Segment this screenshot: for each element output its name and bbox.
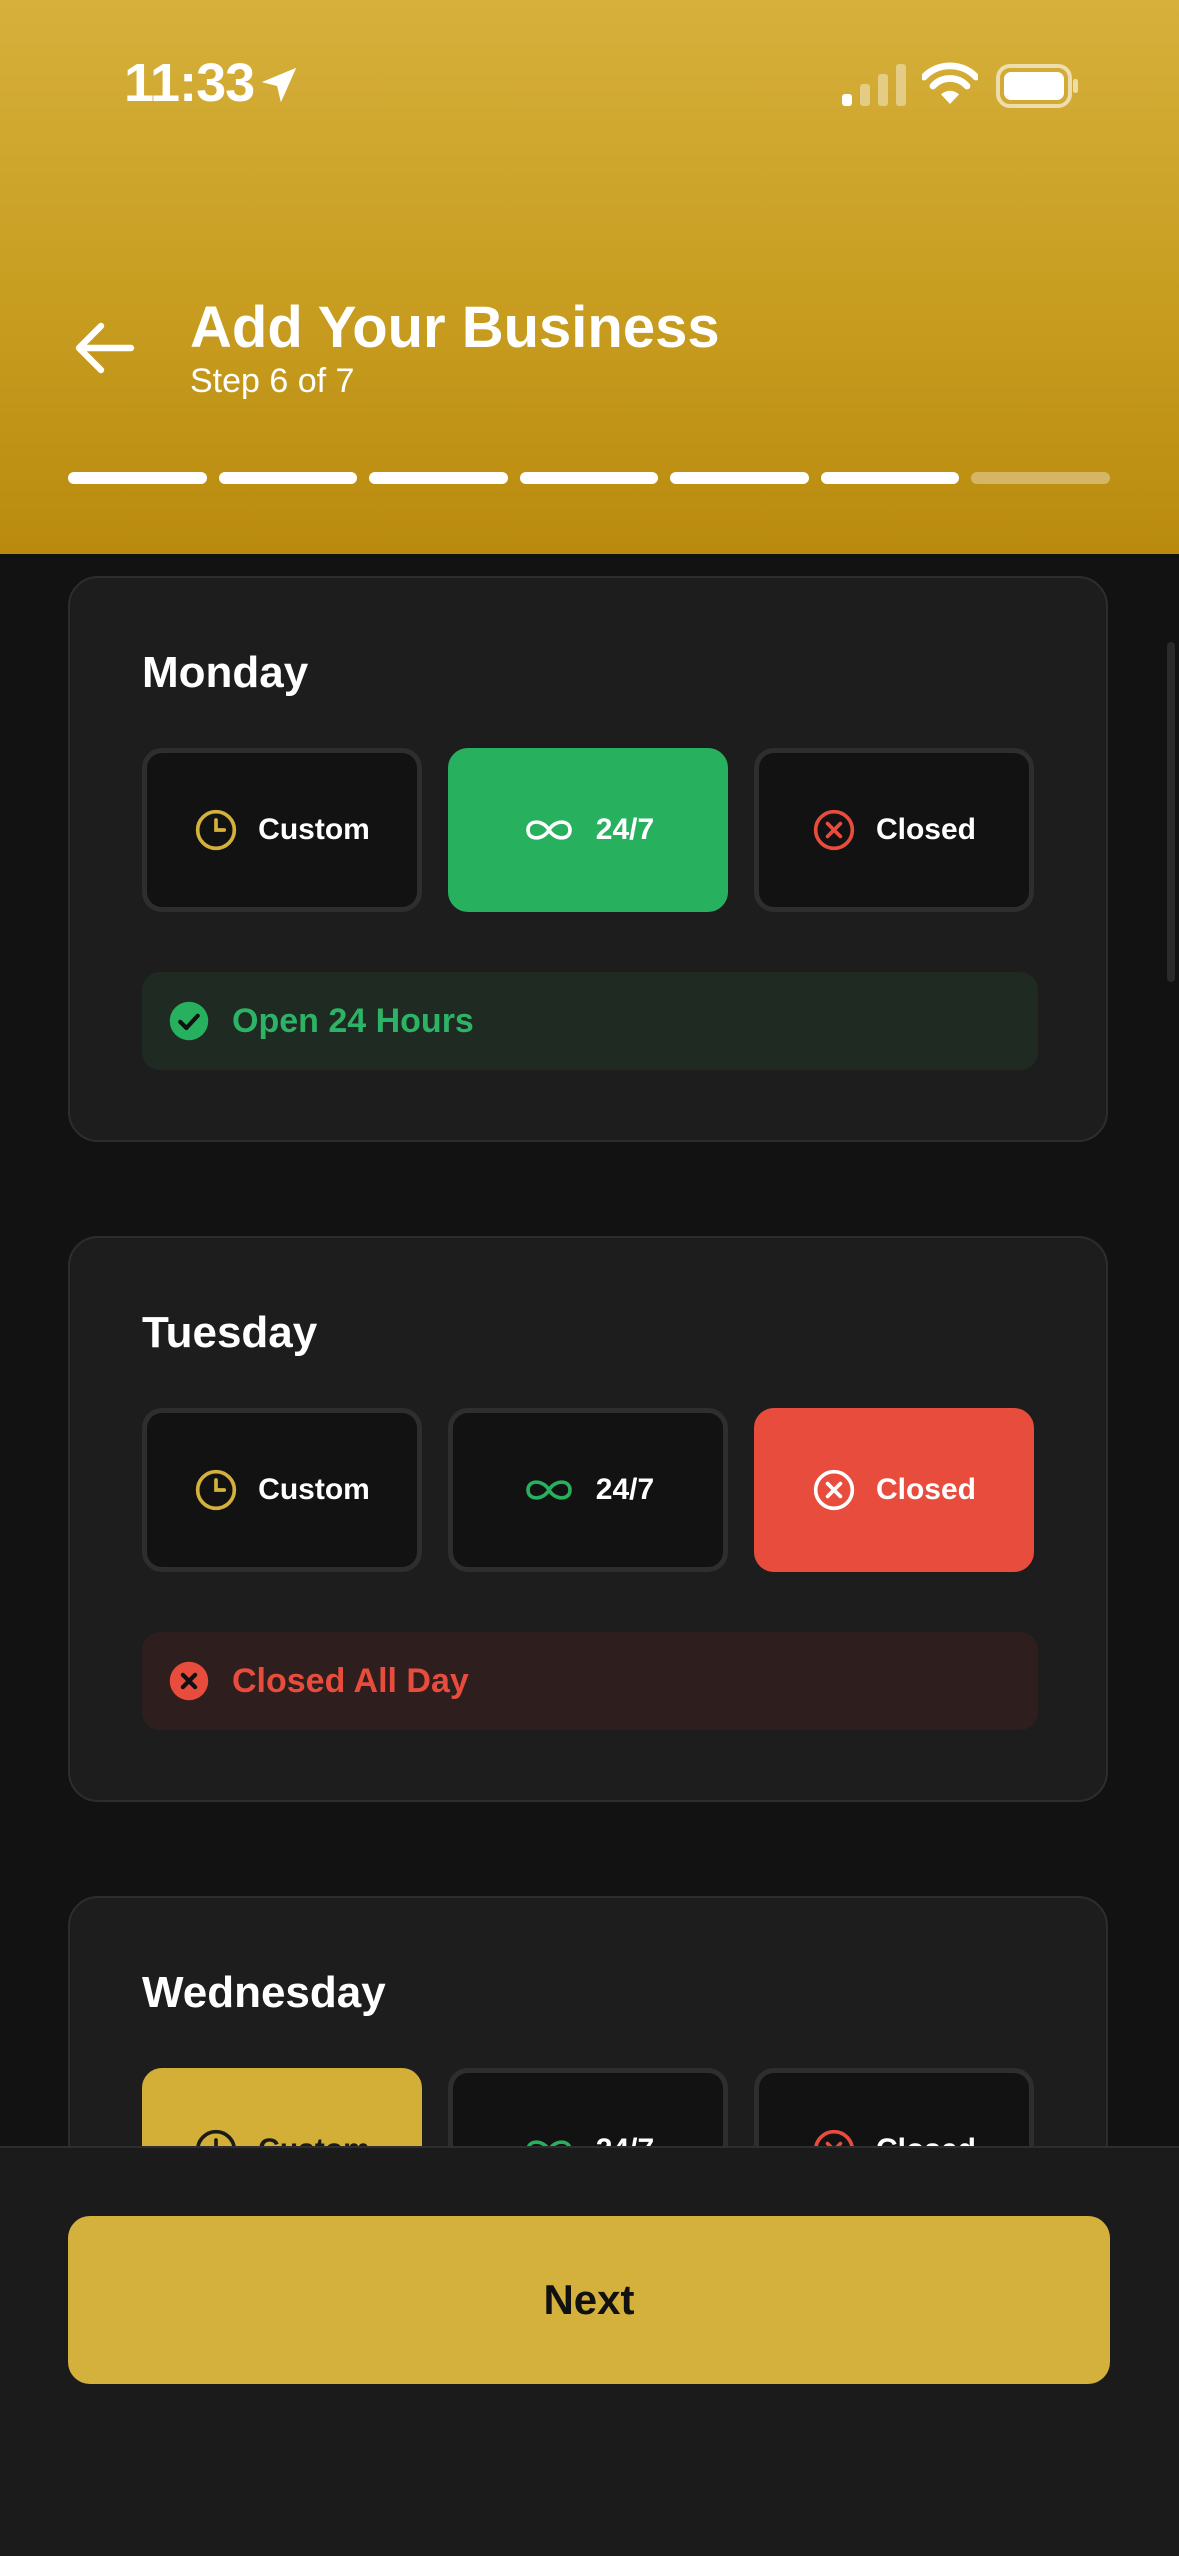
closed-option-button[interactable]: Closed <box>754 2068 1034 2146</box>
hours-options: Custom 24/7 Closed <box>142 748 1034 912</box>
clock-icon <box>196 2129 236 2146</box>
clock-icon <box>195 1469 237 1511</box>
day-name: Tuesday <box>142 1308 318 1357</box>
option-label: Custom <box>258 2133 370 2146</box>
closed-option-button[interactable]: Closed <box>754 1408 1034 1572</box>
clock-icon <box>195 809 237 851</box>
app-header: 11:33 Add Your Business Step 6 of 7 <box>0 0 1179 554</box>
bottom-action-bar: Next <box>0 2146 1179 2556</box>
custom-option-button[interactable]: Custom <box>142 2068 422 2146</box>
scrollbar[interactable] <box>1167 642 1175 982</box>
cellular-signal-icon <box>842 64 906 106</box>
day-card-monday: Monday Custom 24/7 Closed Open 24 Hours <box>68 576 1108 1142</box>
close-circle-icon <box>813 1469 855 1511</box>
location-arrow-icon <box>261 67 297 103</box>
option-label: Closed <box>875 813 977 846</box>
hours-status-banner: Closed All Day <box>142 1632 1038 1730</box>
hours-options: Custom 24/7 Closed <box>142 2068 1034 2146</box>
progress-segment <box>519 472 659 484</box>
day-name: Monday <box>142 648 309 697</box>
progress-segment <box>218 472 358 484</box>
day-name: Wednesday <box>142 1968 386 2017</box>
back-button[interactable] <box>70 316 140 380</box>
progress-segment <box>670 472 809 484</box>
arrow-left-icon <box>75 322 135 374</box>
hours-options: Custom 24/7 Closed <box>142 1408 1034 1572</box>
day-card-tuesday: Tuesday Custom 24/7 Closed Closed All Da… <box>68 1236 1108 1802</box>
battery-icon <box>996 64 1078 108</box>
next-button[interactable]: Next <box>68 2216 1110 2384</box>
always-open-option-button[interactable]: 24/7 <box>448 1408 728 1572</box>
infinity-icon <box>525 820 572 840</box>
option-label: Custom <box>258 1473 370 1506</box>
status-text: Closed All Day <box>232 1661 469 1700</box>
hours-status-banner: Open 24 Hours <box>142 972 1038 1070</box>
hours-scroll-list[interactable]: Monday Custom 24/7 Closed Open 24 Hours … <box>0 554 1179 2146</box>
always-open-option-button[interactable]: 24/7 <box>448 748 728 912</box>
custom-option-button[interactable]: Custom <box>142 1408 422 1572</box>
step-progress-bar <box>68 472 1111 484</box>
progress-segment <box>820 472 960 484</box>
progress-segment <box>369 472 508 484</box>
status-text: Open 24 Hours <box>232 1001 474 1040</box>
option-label: Custom <box>258 813 370 846</box>
option-label: 24/7 <box>595 813 655 846</box>
page-title: Add Your Business <box>190 295 720 360</box>
option-label: Closed <box>876 2133 976 2146</box>
wifi-icon <box>922 62 978 104</box>
close-circle-icon <box>813 809 855 851</box>
option-label: 24/7 <box>595 1473 655 1506</box>
status-time: 11:33 <box>124 53 255 113</box>
option-label: Closed <box>875 1473 977 1506</box>
always-open-option-button[interactable]: 24/7 <box>448 2068 728 2146</box>
step-indicator: Step 6 of 7 <box>190 362 355 400</box>
close-circle-icon <box>814 2129 854 2146</box>
option-label: 24/7 <box>596 2133 654 2146</box>
infinity-icon <box>525 1480 572 1500</box>
closed-option-button[interactable]: Closed <box>754 748 1034 912</box>
custom-option-button[interactable]: Custom <box>142 748 422 912</box>
check-circle-icon <box>169 1001 209 1041</box>
infinity-icon <box>526 2140 571 2146</box>
progress-segment <box>68 472 207 484</box>
progress-segment <box>971 472 1111 484</box>
status-bar: 11:33 <box>0 0 1179 170</box>
day-card-wednesday: Wednesday Custom 24/7 Close <box>68 1896 1108 2146</box>
close-circle-icon <box>169 1661 209 1701</box>
